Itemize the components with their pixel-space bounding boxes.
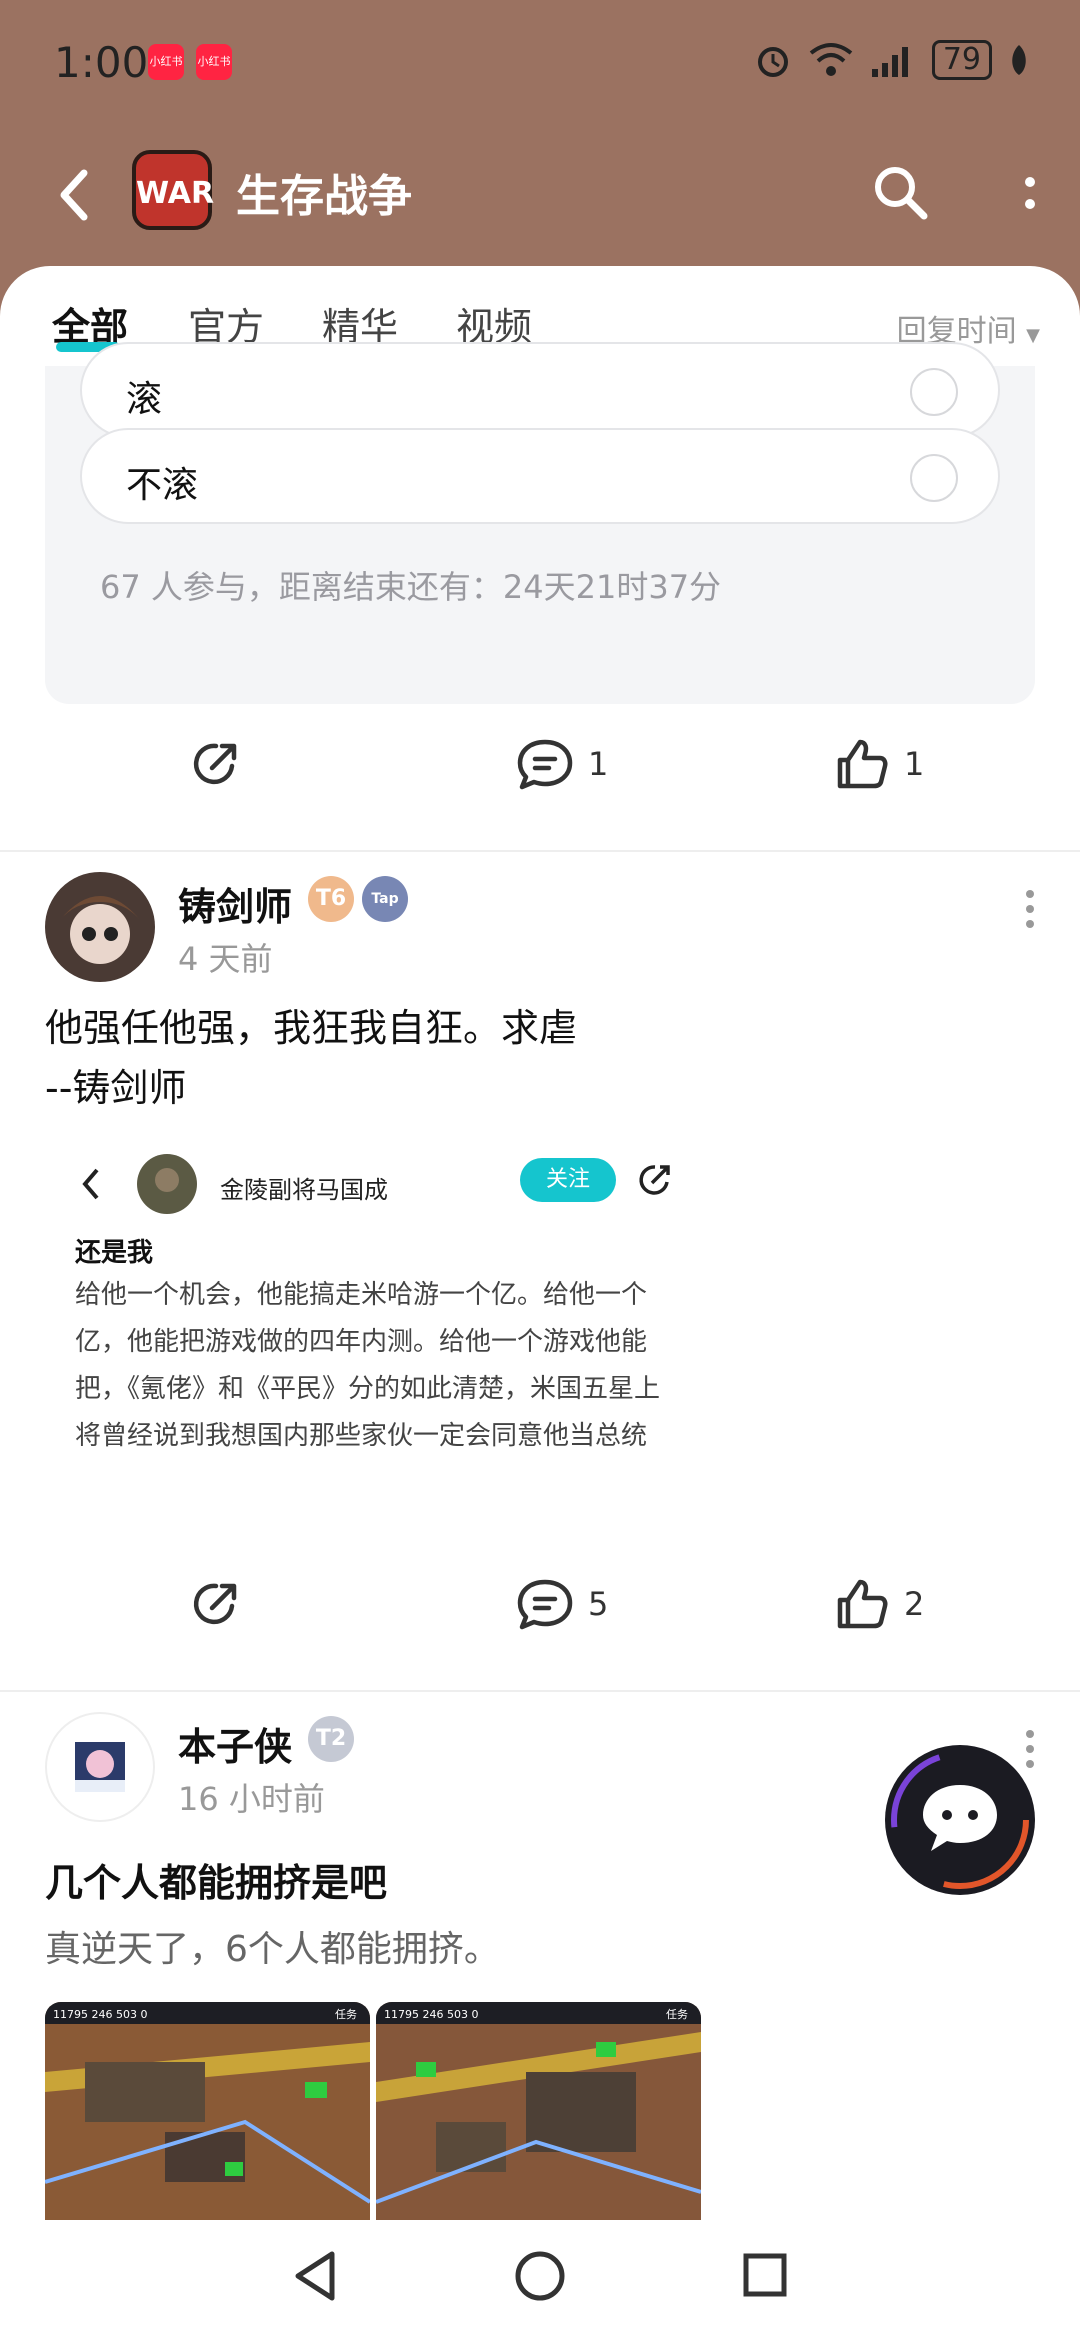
svg-text:11795 246 503 0: 11795 246 503 0 bbox=[384, 2008, 479, 2021]
hud-value: 246 bbox=[423, 2008, 444, 2021]
poll-option[interactable]: 滚 bbox=[80, 342, 1000, 438]
author-name[interactable]: 铸剑师 bbox=[178, 876, 292, 931]
post-body-line: 他强任他强，我狂我自狂。求虐 bbox=[45, 1006, 578, 1050]
xiaohongshu-notification-icon: 小红书 bbox=[148, 44, 184, 80]
share-button[interactable] bbox=[188, 736, 244, 792]
game-screenshot[interactable]: 11795 246 503 0 任务 bbox=[45, 2002, 370, 2222]
like-count: 1 bbox=[904, 745, 925, 783]
share-icon bbox=[193, 1583, 237, 1625]
author-name[interactable]: 本子侠 bbox=[178, 1716, 292, 1771]
hud-value: 11795 bbox=[53, 2008, 88, 2021]
page-title: 生存战争 bbox=[236, 171, 412, 222]
like-button[interactable]: 2 bbox=[834, 1576, 924, 1632]
share-icon bbox=[639, 1165, 670, 1195]
search-icon[interactable] bbox=[870, 162, 930, 222]
comment-count: 5 bbox=[588, 1585, 609, 1623]
share-icon bbox=[193, 743, 237, 785]
radio-button[interactable] bbox=[910, 454, 958, 502]
level-badge: T6 bbox=[308, 876, 354, 922]
comment-button[interactable]: 5 bbox=[516, 1576, 608, 1632]
chat-bubble-icon bbox=[891, 1751, 1029, 1889]
chevron-down-icon: ▼ bbox=[1026, 325, 1040, 346]
xiaohongshu-notification-icon: 小红书 bbox=[196, 44, 232, 80]
hud-value: 503 bbox=[116, 2008, 137, 2021]
level-badge: T2 bbox=[308, 1716, 354, 1762]
alarm-icon bbox=[757, 47, 788, 77]
more-options-icon[interactable] bbox=[1020, 884, 1040, 934]
hud-value: 11795 bbox=[384, 2008, 419, 2021]
embedded-screenshot[interactable]: 金陵副将马国成 关注 还是我 给他一个机会，他能搞走米哈游一个亿。给他一个亿，他… bbox=[45, 1132, 685, 1552]
wifi-icon bbox=[809, 43, 853, 76]
hud-value: 任务 bbox=[666, 2008, 688, 2021]
system-icons: 79 bbox=[754, 40, 1030, 80]
comment-button[interactable]: 1 bbox=[516, 736, 608, 792]
tap-badge: Tap bbox=[362, 876, 408, 922]
hud-value: 任务 bbox=[335, 2008, 357, 2021]
clock: 1:00 bbox=[54, 38, 149, 87]
post-images: 11795 246 503 0 任务 11795 246 503 0 任务 bbox=[45, 2002, 701, 2222]
status-bar: 1:00 小红书 小红书 79 bbox=[0, 0, 1080, 120]
post-title: 几个人都能拥挤是吧 bbox=[45, 1861, 388, 1905]
poll-option[interactable]: 不滚 bbox=[80, 428, 1000, 524]
game-screenshot[interactable]: 11795 246 503 0 任务 bbox=[376, 2002, 701, 2222]
svg-text:11795 246 503 0: 11795 246 503 0 bbox=[53, 2008, 148, 2021]
more-options-icon[interactable] bbox=[1020, 164, 1040, 224]
signal-icon bbox=[871, 47, 908, 77]
post-body-line: --铸剑师 bbox=[45, 1066, 187, 1110]
hud-value: 0 bbox=[141, 2008, 148, 2021]
poll-card: 滚 不滚 67 人参与，距离结束还有：24天21时37分 bbox=[45, 342, 1035, 704]
poll-option-label: 滚 bbox=[126, 379, 163, 420]
like-count: 2 bbox=[904, 1585, 925, 1623]
hud-value: 246 bbox=[92, 2008, 113, 2021]
game-logo[interactable]: WAR bbox=[132, 150, 214, 230]
poll-status: 67 人参与，距离结束还有：24天21时37分 bbox=[100, 568, 722, 606]
leaf-icon bbox=[1012, 45, 1026, 75]
thumbs-up-icon bbox=[837, 1579, 888, 1629]
battery-level: 79 bbox=[931, 40, 992, 80]
post-time: 4 天前 bbox=[178, 940, 273, 978]
share-button[interactable] bbox=[188, 1576, 244, 1632]
chat-fab-button[interactable] bbox=[885, 1745, 1035, 1895]
forum-header: WAR 生存战争 bbox=[0, 120, 1080, 270]
comment-count: 1 bbox=[588, 745, 609, 783]
comment-icon bbox=[517, 1579, 573, 1630]
system-navigation-bar bbox=[0, 2220, 1080, 2331]
post-card[interactable]: 铸剑师 T6 Tap 4 天前 他强任他强，我狂我自狂。求虐 --铸剑师 金陵副… bbox=[0, 850, 1080, 1552]
follow-button: 关注 bbox=[520, 1158, 616, 1202]
embed-author-name: 金陵副将马国成 bbox=[220, 1176, 388, 1204]
avatar[interactable] bbox=[45, 1712, 155, 1822]
nav-back-icon[interactable] bbox=[290, 2248, 340, 2304]
embed-title: 还是我 bbox=[75, 1238, 154, 1268]
post-excerpt: 真逆天了，6个人都能拥挤。 bbox=[45, 1929, 500, 1970]
back-arrow-icon bbox=[82, 1168, 99, 1200]
thumbs-up-icon bbox=[837, 739, 888, 789]
poll-option-label: 不滚 bbox=[126, 465, 199, 506]
back-arrow-icon[interactable] bbox=[50, 165, 100, 225]
avatar bbox=[137, 1154, 197, 1214]
nav-recents-icon[interactable] bbox=[740, 2250, 790, 2300]
content-sheet: 全部 官方 精华 视频 回复时间 ▼ 滚 不滚 67 人参与，距离结束还有：24… bbox=[0, 266, 1080, 2331]
avatar[interactable] bbox=[45, 872, 155, 982]
nav-home-icon[interactable] bbox=[512, 2248, 568, 2304]
like-button[interactable]: 1 bbox=[834, 736, 924, 792]
radio-button[interactable] bbox=[910, 368, 958, 416]
embed-body: 给他一个机会，他能搞走米哈游一个亿。给他一个亿，他能把游戏做的四年内测。给他一个… bbox=[75, 1280, 661, 1451]
post-time: 16 小时前 bbox=[178, 1780, 325, 1818]
post-actions: 5 2 bbox=[0, 1556, 1080, 1656]
comment-icon bbox=[517, 739, 573, 790]
hud-value: 503 bbox=[447, 2008, 468, 2021]
post-body: 他强任他强，我狂我自狂。求虐 --铸剑师 bbox=[45, 998, 577, 1118]
hud-value: 0 bbox=[472, 2008, 479, 2021]
post-actions: 1 1 bbox=[0, 716, 1080, 816]
